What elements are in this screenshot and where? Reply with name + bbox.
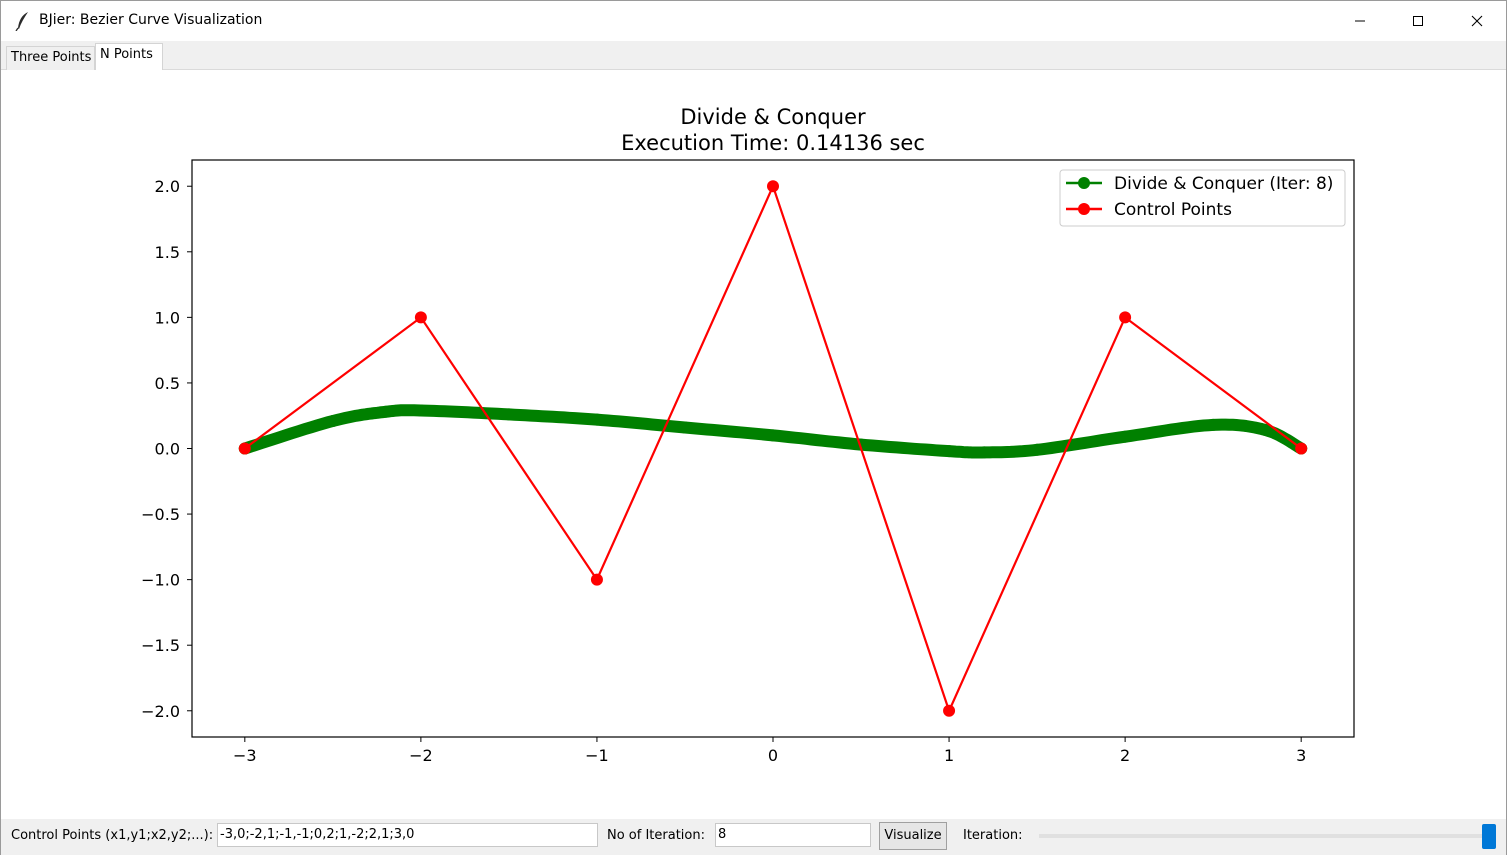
- window-title: BJier: Bezier Curve Visualization: [39, 12, 263, 28]
- iterations-label: No of Iteration:: [607, 828, 705, 843]
- legend-swatch-marker-0: [1078, 177, 1090, 189]
- control-point-marker: [1295, 442, 1308, 455]
- maximize-button[interactable]: [1389, 1, 1447, 41]
- control-point-marker: [1119, 311, 1132, 324]
- close-icon: [1471, 15, 1483, 27]
- chart-subtitle: Execution Time: 0.14136 sec: [621, 131, 925, 155]
- y-tick-label: 2.0: [155, 177, 180, 196]
- app-window: BJier: Bezier Curve Visualization Three …: [0, 0, 1507, 855]
- close-button[interactable]: [1448, 1, 1506, 41]
- iteration-slider-thumb[interactable]: [1482, 824, 1496, 849]
- legend: Divide & Conquer (Iter: 8) Control Point…: [1059, 169, 1346, 227]
- bezier-curve-point: [1207, 418, 1220, 431]
- y-tick-label: 1.0: [155, 308, 180, 327]
- y-tick-label: −1.5: [141, 636, 180, 655]
- legend-swatch-marker-1: [1078, 203, 1090, 215]
- control-point-marker: [238, 442, 251, 455]
- control-points-label: Control Points (x1,y1;x2,y2;...):: [11, 828, 214, 843]
- y-tick-label: 1.5: [155, 243, 180, 262]
- tab-bar: Three Points N Points: [1, 41, 1506, 70]
- x-tick-label: 1: [944, 746, 954, 765]
- tab-n-points[interactable]: N Points: [95, 43, 163, 70]
- bezier-curve-point: [678, 421, 691, 434]
- control-point-marker: [590, 573, 603, 586]
- control-point-marker: [414, 311, 427, 324]
- bezier-curve-point: [767, 429, 779, 442]
- iteration-slider-label: Iteration:: [963, 828, 1023, 843]
- bezier-curve-point: [326, 414, 339, 427]
- x-tick-label: 2: [1120, 746, 1130, 765]
- y-tick-label: 0.0: [155, 440, 180, 459]
- bezier-curve-point: [502, 408, 515, 421]
- x-tick-label: 3: [1296, 746, 1306, 765]
- bezier-curve-point: [379, 405, 392, 418]
- bezier-curve-point: [1031, 443, 1044, 456]
- control-toolbar: Control Points (x1,y1;x2,y2;...): -3,0;-…: [1, 819, 1506, 855]
- x-tick-label: −1: [585, 746, 609, 765]
- tab-three-points[interactable]: Three Points: [6, 46, 95, 70]
- control-polygon-line: [244, 183, 1302, 714]
- visualize-button[interactable]: Visualize: [879, 822, 947, 850]
- bezier-curve-point: [1119, 430, 1132, 443]
- iterations-input[interactable]: 8: [715, 823, 871, 847]
- x-tick-label: −2: [409, 746, 433, 765]
- title-bar[interactable]: BJier: Bezier Curve Visualization: [1, 1, 1506, 41]
- iteration-slider-track[interactable]: [1039, 834, 1491, 838]
- y-tick-label: −1.0: [141, 571, 180, 590]
- series-layer: [238, 180, 1308, 717]
- x-tick-label: −3: [233, 746, 257, 765]
- y-tick-label: −0.5: [141, 505, 180, 524]
- chart-title: Divide & Conquer: [680, 105, 866, 129]
- minimize-button[interactable]: [1331, 1, 1389, 41]
- control-points-input[interactable]: -3,0;-2,1;-1,-1;0,2;1,-2;2,1;3,0: [217, 823, 598, 847]
- y-tick-label: −2.0: [141, 702, 180, 721]
- maximize-icon: [1413, 16, 1423, 26]
- y-tick-label: 0.5: [155, 374, 180, 393]
- legend-label-0: Divide & Conquer (Iter: 8): [1114, 174, 1333, 194]
- plot-canvas: Divide & Conquer Execution Time: 0.14136…: [141, 105, 1355, 765]
- bezier-curve-point: [590, 413, 603, 426]
- x-axis: −3 −2 −1 0 1 2 3: [233, 737, 1306, 765]
- control-point-marker: [943, 704, 956, 717]
- control-point-marker: [767, 180, 779, 193]
- y-axis: 2.0 1.5 1.0 0.5 0.0 −0.5 −1.0 −1.5 −2.0: [141, 177, 192, 721]
- x-tick-label: 0: [768, 746, 778, 765]
- legend-label-1: Control Points: [1114, 200, 1232, 220]
- bezier-curve-point: [978, 446, 991, 459]
- bezier-curve-point: [943, 445, 956, 458]
- feather-icon: [15, 12, 28, 31]
- bezier-curve-point: [414, 404, 427, 417]
- plot-frame: [191, 159, 1355, 738]
- minimize-icon: [1355, 20, 1365, 22]
